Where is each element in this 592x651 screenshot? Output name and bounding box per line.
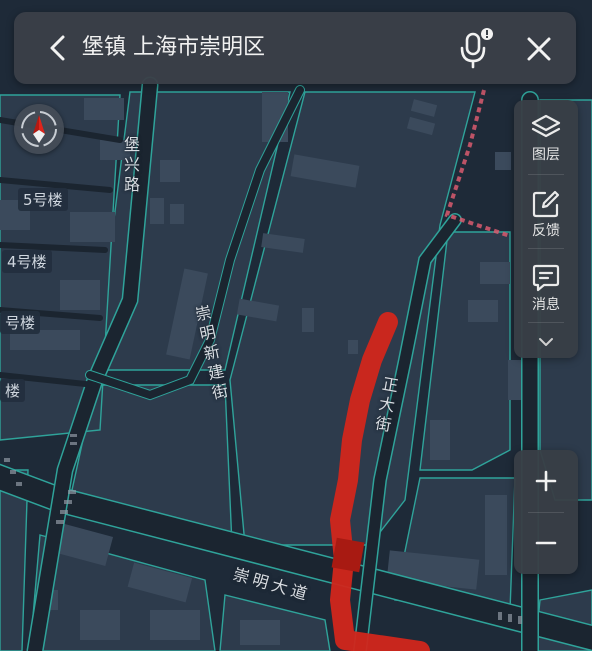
message-label: 消息: [532, 297, 560, 313]
search-query[interactable]: 堡镇 上海市崇明区: [82, 32, 265, 64]
building-label-5: 5号楼: [18, 188, 68, 211]
divider: [528, 174, 564, 175]
chevron-down-icon[interactable]: [538, 334, 554, 350]
map-control-panel: 图层 反馈 消息: [514, 100, 578, 358]
compass-icon: [21, 111, 57, 147]
layers-label: 图层: [532, 147, 560, 163]
divider: [528, 322, 564, 323]
feedback-icon: [532, 190, 560, 218]
close-icon[interactable]: [524, 34, 554, 64]
zoom-in-button[interactable]: [514, 450, 578, 512]
zoom-in-icon: [535, 470, 557, 492]
layers-button[interactable]: 图层: [514, 100, 578, 172]
search-bar: 堡镇 上海市崇明区: [14, 12, 576, 84]
map-canvas[interactable]: [0, 0, 592, 651]
building-label-3: 号楼: [0, 311, 41, 334]
divider: [528, 248, 564, 249]
compass-button[interactable]: [14, 104, 64, 154]
building-label-4: 4号楼: [2, 250, 52, 273]
message-icon: [532, 264, 560, 292]
route-marker: [331, 537, 365, 573]
zoom-out-button[interactable]: [514, 512, 578, 574]
feedback-button[interactable]: 反馈: [514, 176, 578, 248]
feedback-label: 反馈: [532, 223, 560, 239]
layers-icon: [531, 114, 561, 138]
microphone-icon[interactable]: [456, 26, 496, 70]
back-icon[interactable]: [44, 34, 72, 62]
zoom-out-icon: [535, 541, 557, 545]
message-button[interactable]: 消息: [514, 250, 578, 322]
road-label-baoxing: 堡兴路: [121, 136, 140, 196]
building-label-2: 楼: [0, 379, 26, 402]
zoom-control: [514, 450, 578, 574]
